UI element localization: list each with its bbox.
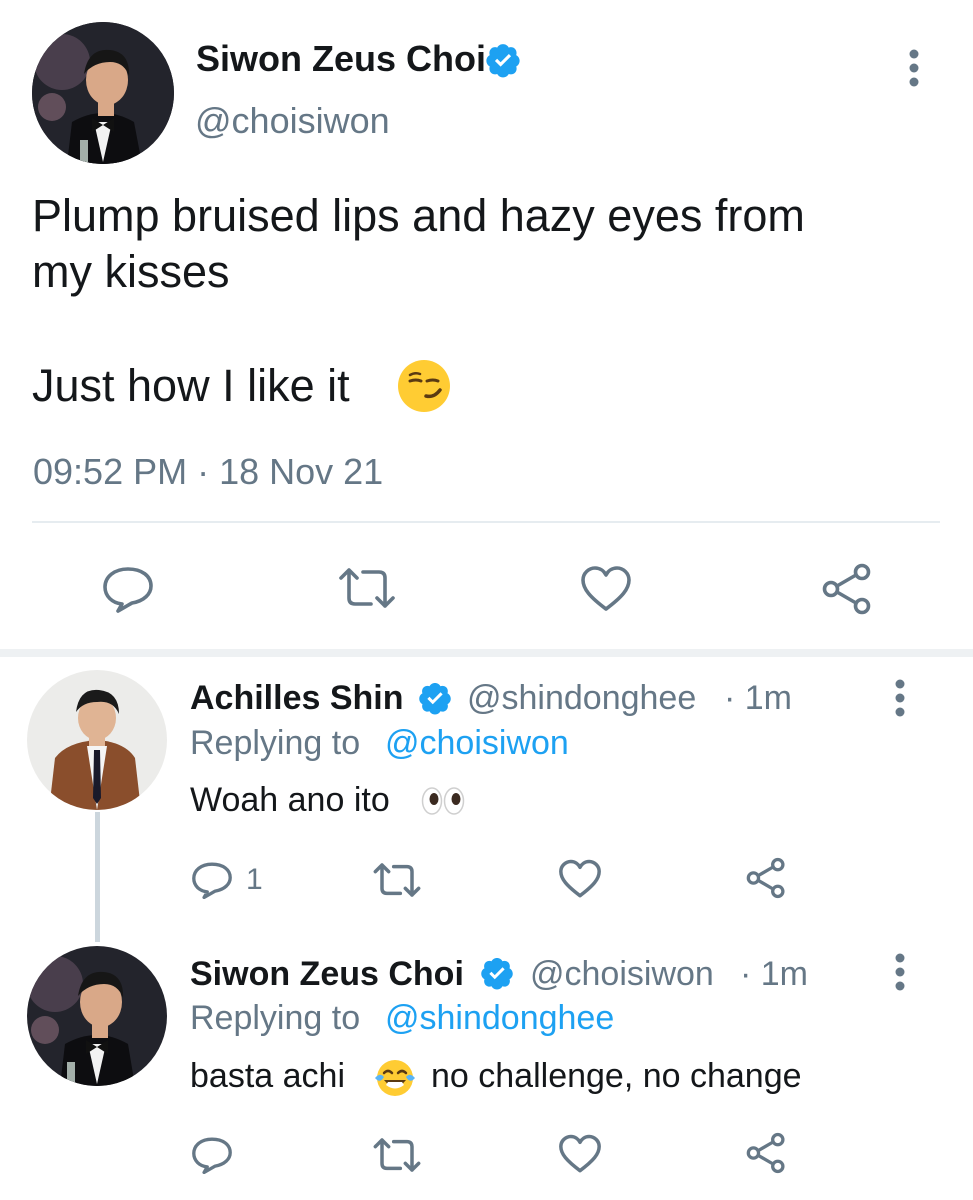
reply-text: no challenge, no change xyxy=(431,1057,802,1095)
author-name[interactable]: Siwon Zeus Choi xyxy=(196,38,486,80)
replying-to-label: Replying to xyxy=(190,724,361,762)
retweet-icon[interactable] xyxy=(372,1136,422,1174)
verified-badge-icon xyxy=(479,955,515,991)
retweet-icon[interactable] xyxy=(372,861,422,899)
tweet-text-line: Just how I like it xyxy=(32,360,350,411)
share-icon[interactable] xyxy=(744,857,788,899)
verified-badge-icon xyxy=(484,41,522,79)
reply-icon[interactable] xyxy=(102,565,154,613)
author-handle[interactable]: @shindonghee xyxy=(467,679,696,718)
reply-icon[interactable] xyxy=(191,1136,233,1174)
tweet-text-line: Plump bruised lips and hazy eyes from xyxy=(32,190,805,241)
tweet-timestamp[interactable]: 09:52 PM · 18 Nov 21 xyxy=(33,451,383,493)
verified-badge-icon xyxy=(417,680,453,716)
reply-text: Woah ano ito xyxy=(190,781,390,819)
reply-time[interactable]: · 1m xyxy=(740,955,808,994)
like-icon[interactable] xyxy=(580,565,632,613)
eyes-icon xyxy=(421,784,465,818)
share-icon[interactable] xyxy=(819,563,875,615)
reply-count: 1 xyxy=(246,863,263,896)
author-handle[interactable]: @choisiwon xyxy=(195,100,390,142)
author-name[interactable]: Achilles Shin xyxy=(190,679,404,718)
more-options-icon[interactable] xyxy=(893,678,907,718)
replying-to-link[interactable]: @choisiwon xyxy=(385,724,569,763)
avatar[interactable] xyxy=(27,670,167,810)
reply-icon[interactable] xyxy=(191,861,233,899)
tweet-text-line: my kisses xyxy=(32,246,230,297)
author-name[interactable]: Siwon Zeus Choi xyxy=(190,955,464,994)
smirking-face-icon xyxy=(396,358,452,414)
section-divider xyxy=(0,649,973,657)
reply-text: basta achi xyxy=(190,1057,345,1095)
face-with-tears-of-joy-icon xyxy=(372,1058,418,1098)
avatar[interactable] xyxy=(27,946,167,1086)
replying-to-link[interactable]: @shindonghee xyxy=(385,999,614,1038)
reply-time[interactable]: · 1m xyxy=(724,679,792,718)
more-options-icon[interactable] xyxy=(907,48,921,88)
author-handle[interactable]: @choisiwon xyxy=(530,955,714,994)
divider xyxy=(32,521,940,523)
avatar[interactable] xyxy=(32,22,174,164)
like-icon[interactable] xyxy=(558,1134,602,1174)
thread-line xyxy=(95,812,100,942)
retweet-icon[interactable] xyxy=(337,566,397,610)
share-icon[interactable] xyxy=(744,1132,788,1174)
more-options-icon[interactable] xyxy=(893,952,907,992)
like-icon[interactable] xyxy=(558,859,602,899)
replying-to-label: Replying to xyxy=(190,999,361,1037)
